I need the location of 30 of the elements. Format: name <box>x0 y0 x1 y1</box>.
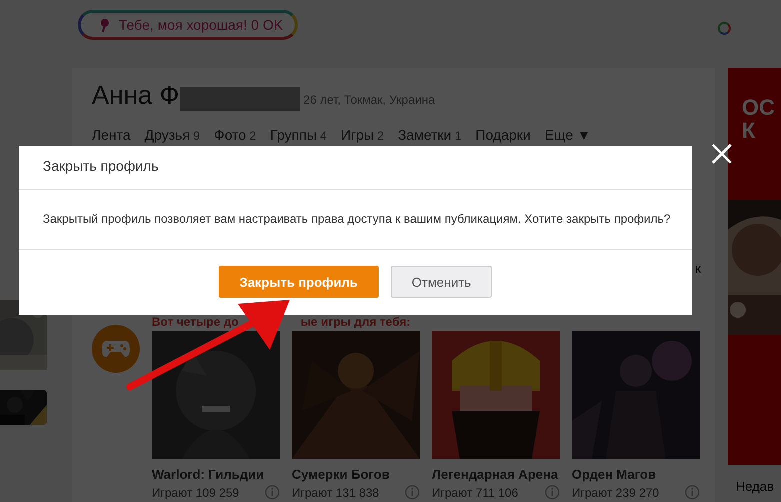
game-title[interactable]: Легендарная Арена <box>432 467 560 482</box>
gamepad-icon <box>92 325 140 373</box>
cancel-button[interactable]: Отменить <box>390 266 492 298</box>
player-count: Играют 239 270 <box>572 486 660 500</box>
info-icon[interactable] <box>545 485 560 500</box>
info-icon[interactable] <box>685 485 700 500</box>
greeting-badge[interactable]: Тебе, моя хорошая! 0 OK <box>78 10 298 40</box>
player-count: Играют 109 259 <box>152 486 240 500</box>
nav-tab[interactable]: Еще ▼ <box>544 127 592 143</box>
status-icon <box>718 22 732 35</box>
player-count: Играют 711 106 <box>432 486 518 500</box>
game-title[interactable]: Warlord: Гильдии <box>152 467 280 482</box>
confirm-button[interactable]: Закрыть профиль <box>218 266 379 298</box>
section-heading: ые игры для тебя: <box>300 315 411 331</box>
player-count: Играют 131 838 <box>292 486 380 500</box>
profile-name: Анна Ф <box>92 80 180 111</box>
dialog-title: Закрыть профиль <box>19 146 692 190</box>
partial-text: к <box>695 261 701 276</box>
close-icon[interactable] <box>711 143 733 165</box>
game-title[interactable]: Сумерки Богов <box>292 467 420 482</box>
section-title: Недав <box>735 478 776 494</box>
info-icon[interactable] <box>265 485 280 500</box>
nav-tab[interactable]: Подарки <box>476 127 531 143</box>
info-icon[interactable] <box>405 485 420 500</box>
ad-banner[interactable]: ОС К <box>728 68 781 200</box>
dialog-message: Закрытый профиль позволяет вам настраивать права доступа к вашим публикациям. Хотите закрыть профиль? <box>19 190 692 250</box>
section-heading: Вот четыре до <box>152 315 239 331</box>
nav-tab[interactable]: Лента <box>92 127 131 143</box>
ad-banner[interactable] <box>728 335 781 465</box>
game-title[interactable]: Орден Магов <box>572 467 700 482</box>
